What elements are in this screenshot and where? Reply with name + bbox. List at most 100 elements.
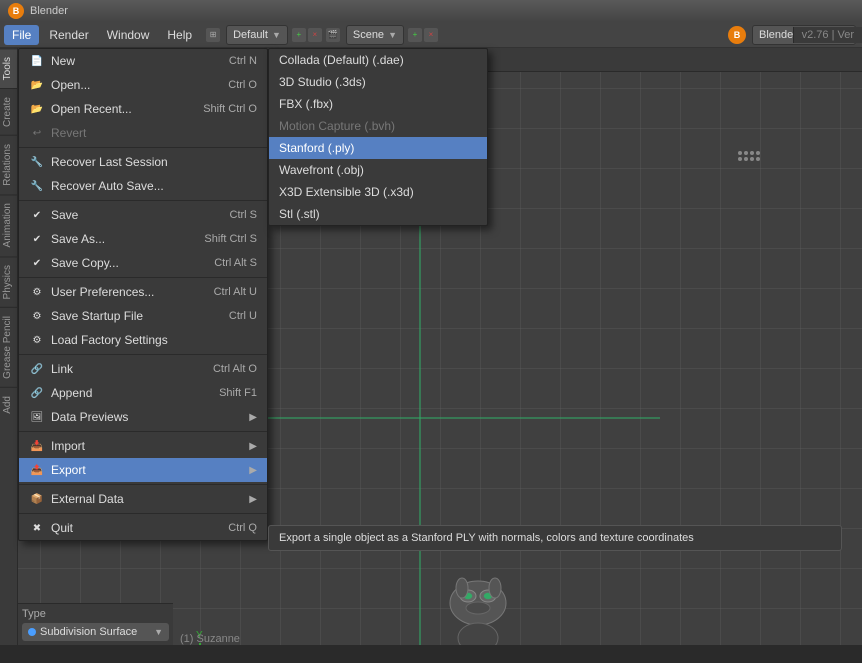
load-factory-icon: ⚙ bbox=[29, 332, 45, 348]
menu-item-new[interactable]: 📄 New Ctrl N bbox=[19, 49, 267, 73]
menu-file[interactable]: File bbox=[4, 25, 39, 45]
user-prefs-icon: ⚙ bbox=[29, 284, 45, 300]
export-x3d-label: X3D Extensible 3D (.x3d) bbox=[279, 185, 477, 199]
menu-item-recover-auto[interactable]: 🔧 Recover Auto Save... bbox=[19, 174, 267, 198]
menu-item-recover-last-label: Recover Last Session bbox=[51, 155, 257, 169]
export-motion-label: Motion Capture (.bvh) bbox=[279, 119, 477, 133]
quit-icon: ✖ bbox=[29, 520, 45, 536]
save-shortcut: Ctrl S bbox=[230, 209, 258, 221]
delete-screen-btn[interactable]: × bbox=[308, 28, 322, 42]
tooltip: Export a single object as a Stanford PLY… bbox=[268, 525, 842, 551]
user-prefs-shortcut: Ctrl Alt U bbox=[214, 286, 257, 298]
type-value: Subdivision Surface bbox=[40, 626, 137, 638]
menu-item-external-data[interactable]: 📦 External Data ▶ bbox=[19, 487, 267, 511]
scene-dropdown[interactable]: Scene ▼ bbox=[346, 25, 404, 45]
save-as-shortcut: Shift Ctrl S bbox=[204, 233, 257, 245]
menu-item-open-recent-label: Open Recent... bbox=[51, 102, 197, 116]
menu-item-recover-auto-label: Recover Auto Save... bbox=[51, 179, 257, 193]
left-sidebar: Tools Create Relations Animation Physics… bbox=[0, 48, 18, 663]
export-fbx[interactable]: FBX (.fbx) bbox=[269, 93, 487, 115]
export-motion[interactable]: Motion Capture (.bvh) bbox=[269, 115, 487, 137]
menu-bar: File Render Window Help ⊞ Default ▼ + × … bbox=[0, 22, 862, 48]
menu-item-save[interactable]: ✔ Save Ctrl S bbox=[19, 203, 267, 227]
menu-item-user-prefs[interactable]: ⚙ User Preferences... Ctrl Alt U bbox=[19, 280, 267, 304]
menu-item-save-copy[interactable]: ✔ Save Copy... Ctrl Alt S bbox=[19, 251, 267, 275]
sidebar-tab-create[interactable]: Create bbox=[0, 88, 17, 135]
menu-item-save-as-label: Save As... bbox=[51, 232, 198, 246]
menu-item-new-label: New bbox=[51, 54, 223, 68]
menu-item-export[interactable]: 📤 Export ▶ bbox=[19, 458, 267, 482]
layout-dropdown[interactable]: Default ▼ bbox=[226, 25, 288, 45]
type-dropdown-arrow: ▼ bbox=[154, 627, 163, 637]
save-as-icon: ✔ bbox=[29, 231, 45, 247]
type-dot bbox=[28, 628, 36, 636]
recover-auto-icon: 🔧 bbox=[29, 178, 45, 194]
menu-item-recover-last[interactable]: 🔧 Recover Last Session bbox=[19, 150, 267, 174]
open-icon: 📂 bbox=[29, 77, 45, 93]
scene-dropdown-arrow: ▼ bbox=[388, 30, 397, 40]
export-stl[interactable]: Stl (.stl) bbox=[269, 203, 487, 225]
menu-item-data-previews[interactable]: 🖼 Data Previews ▶ bbox=[19, 405, 267, 429]
delete-scene-btn[interactable]: × bbox=[424, 28, 438, 42]
export-stanford[interactable]: Stanford (.ply) bbox=[269, 137, 487, 159]
sidebar-tab-tools[interactable]: Tools bbox=[0, 48, 17, 88]
menu-item-quit[interactable]: ✖ Quit Ctrl Q bbox=[19, 516, 267, 540]
title-bar: B Blender bbox=[0, 0, 862, 22]
data-previews-icon: 🖼 bbox=[29, 409, 45, 425]
export-stl-label: Stl (.stl) bbox=[279, 207, 477, 221]
add-screen-btn[interactable]: + bbox=[292, 28, 306, 42]
save-startup-shortcut: Ctrl U bbox=[229, 310, 257, 322]
menu-render[interactable]: Render bbox=[41, 25, 96, 45]
menu-window[interactable]: Window bbox=[99, 25, 158, 45]
menu-item-save-startup[interactable]: ⚙ Save Startup File Ctrl U bbox=[19, 304, 267, 328]
link-icon: 🔗 bbox=[29, 361, 45, 377]
scene-icon[interactable]: 🎬 bbox=[326, 28, 340, 42]
blender-logo: B bbox=[8, 3, 24, 19]
separator-2 bbox=[19, 200, 267, 201]
export-x3d[interactable]: X3D Extensible 3D (.x3d) bbox=[269, 181, 487, 203]
export-submenu: Collada (Default) (.dae) 3D Studio (.3ds… bbox=[268, 48, 488, 226]
sidebar-tab-add[interactable]: Add bbox=[0, 387, 17, 422]
sidebar-tab-relations[interactable]: Relations bbox=[0, 135, 17, 194]
separator-7 bbox=[19, 513, 267, 514]
export-arrow: ▶ bbox=[249, 465, 257, 476]
export-fbx-label: FBX (.fbx) bbox=[279, 97, 477, 111]
menu-item-data-previews-label: Data Previews bbox=[51, 410, 243, 424]
save-copy-shortcut: Ctrl Alt S bbox=[214, 257, 257, 269]
menu-item-save-startup-label: Save Startup File bbox=[51, 309, 223, 323]
export-3ds-label: 3D Studio (.3ds) bbox=[279, 75, 477, 89]
append-icon: 🔗 bbox=[29, 385, 45, 401]
menu-item-open[interactable]: 📂 Open... Ctrl O bbox=[19, 73, 267, 97]
menu-item-append[interactable]: 🔗 Append Shift F1 bbox=[19, 381, 267, 405]
menu-item-open-label: Open... bbox=[51, 78, 222, 92]
add-scene-btn[interactable]: + bbox=[408, 28, 422, 42]
separator-6 bbox=[19, 484, 267, 485]
export-wavefront[interactable]: Wavefront (.obj) bbox=[269, 159, 487, 181]
menu-item-link[interactable]: 🔗 Link Ctrl Alt O bbox=[19, 357, 267, 381]
sidebar-tab-grease-pencil[interactable]: Grease Pencil bbox=[0, 307, 17, 387]
menu-help[interactable]: Help bbox=[159, 25, 200, 45]
menu-item-load-factory[interactable]: ⚙ Load Factory Settings bbox=[19, 328, 267, 352]
append-shortcut: Shift F1 bbox=[219, 387, 257, 399]
menu-item-import[interactable]: 📥 Import ▶ bbox=[19, 434, 267, 458]
menu-item-save-as[interactable]: ✔ Save As... Shift Ctrl S bbox=[19, 227, 267, 251]
export-3ds[interactable]: 3D Studio (.3ds) bbox=[269, 71, 487, 93]
menu-item-open-recent[interactable]: 📂 Open Recent... Shift Ctrl O bbox=[19, 97, 267, 121]
external-data-icon: 📦 bbox=[29, 491, 45, 507]
menu-item-revert[interactable]: ↩ Revert bbox=[19, 121, 267, 145]
export-collada[interactable]: Collada (Default) (.dae) bbox=[269, 49, 487, 71]
version-badge: v2.76 | Ver bbox=[793, 27, 862, 43]
open-recent-shortcut: Shift Ctrl O bbox=[203, 103, 257, 115]
link-shortcut: Ctrl Alt O bbox=[213, 363, 257, 375]
sidebar-tab-physics[interactable]: Physics bbox=[0, 256, 17, 307]
menu-item-save-label: Save bbox=[51, 208, 224, 222]
sidebar-tab-animation[interactable]: Animation bbox=[0, 194, 17, 255]
export-stanford-label: Stanford (.ply) bbox=[279, 141, 477, 155]
import-arrow: ▶ bbox=[249, 441, 257, 452]
menu-item-external-data-label: External Data bbox=[51, 492, 243, 506]
type-dropdown[interactable]: Subdivision Surface ▼ bbox=[22, 623, 169, 641]
type-panel: Type Subdivision Surface ▼ bbox=[18, 603, 173, 645]
view-icon[interactable]: ⊞ bbox=[206, 28, 220, 42]
separator-3 bbox=[19, 277, 267, 278]
title-text: Blender bbox=[30, 5, 68, 17]
